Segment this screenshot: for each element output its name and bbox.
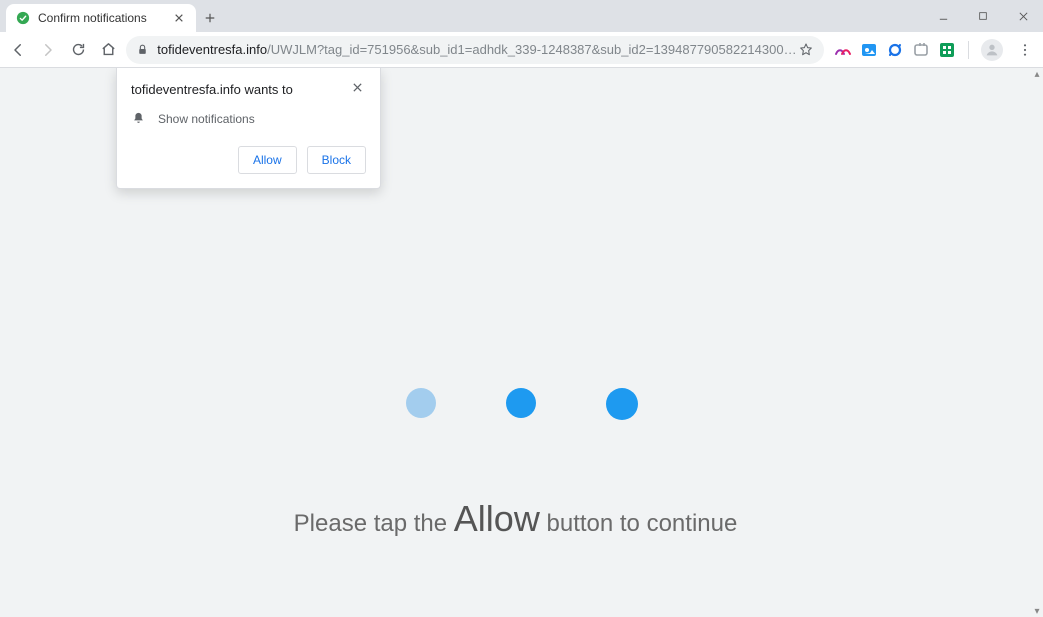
url-path: /UWJLM?tag_id=751956&sub_id1=adhdk_339-1… <box>267 42 798 57</box>
tab-close-icon[interactable] <box>172 11 186 25</box>
forward-button[interactable] <box>36 36 60 64</box>
page-text-post: button to continue <box>540 510 737 537</box>
checkmark-circle-icon <box>16 11 30 25</box>
profile-avatar[interactable] <box>981 39 1003 61</box>
scroll-down-icon[interactable]: ▾ <box>1031 605 1043 617</box>
tab-strip: Confirm notifications <box>0 0 224 32</box>
window-close-button[interactable] <box>1003 0 1043 32</box>
new-tab-button[interactable] <box>196 4 224 32</box>
extensions-area <box>830 39 1007 61</box>
permission-request-text: Show notifications <box>158 112 255 126</box>
extension-icon-2[interactable] <box>860 41 878 59</box>
vertical-scrollbar[interactable]: ▴ ▾ <box>1031 68 1043 617</box>
tab-title: Confirm notifications <box>38 11 172 25</box>
extension-icon-1[interactable] <box>834 41 852 59</box>
extension-icon-5[interactable] <box>938 41 956 59</box>
browser-menu-button[interactable] <box>1013 36 1037 64</box>
bell-icon <box>131 111 146 126</box>
browser-tab[interactable]: Confirm notifications <box>6 4 196 32</box>
window-minimize-button[interactable] <box>923 0 963 32</box>
loading-dot <box>606 388 638 420</box>
lock-icon[interactable] <box>136 43 149 56</box>
allow-button[interactable]: Allow <box>238 146 297 174</box>
back-button[interactable] <box>6 36 30 64</box>
bookmark-star-icon[interactable] <box>798 42 814 58</box>
window-maximize-button[interactable] <box>963 0 1003 32</box>
permission-close-icon[interactable] <box>352 82 366 96</box>
loading-dot <box>406 388 436 418</box>
extension-icon-4[interactable] <box>912 41 930 59</box>
reload-button[interactable] <box>66 36 90 64</box>
url-host: tofideventresfa.info <box>157 42 267 57</box>
block-button[interactable]: Block <box>307 146 366 174</box>
permission-origin-text: tofideventresfa.info wants to <box>131 82 352 97</box>
address-bar[interactable]: tofideventresfa.info /UWJLM?tag_id=75195… <box>126 36 824 64</box>
page-text-emphasis: Allow <box>454 498 540 539</box>
loading-dot <box>506 388 536 418</box>
extension-icon-3[interactable] <box>886 41 904 59</box>
page-instruction: Please tap the Allow button to continue <box>0 498 1031 540</box>
window-controls <box>923 0 1043 32</box>
loading-dots <box>406 388 638 420</box>
home-button[interactable] <box>96 36 120 64</box>
page-text-pre: Please tap the <box>294 510 454 537</box>
notification-permission-dialog: tofideventresfa.info wants to Show notif… <box>116 68 381 189</box>
scroll-up-icon[interactable]: ▴ <box>1031 68 1043 80</box>
browser-toolbar: tofideventresfa.info /UWJLM?tag_id=75195… <box>0 32 1043 68</box>
page-viewport: tofideventresfa.info wants to Show notif… <box>0 68 1043 617</box>
window-titlebar: Confirm notifications <box>0 0 1043 32</box>
toolbar-separator <box>968 41 969 59</box>
